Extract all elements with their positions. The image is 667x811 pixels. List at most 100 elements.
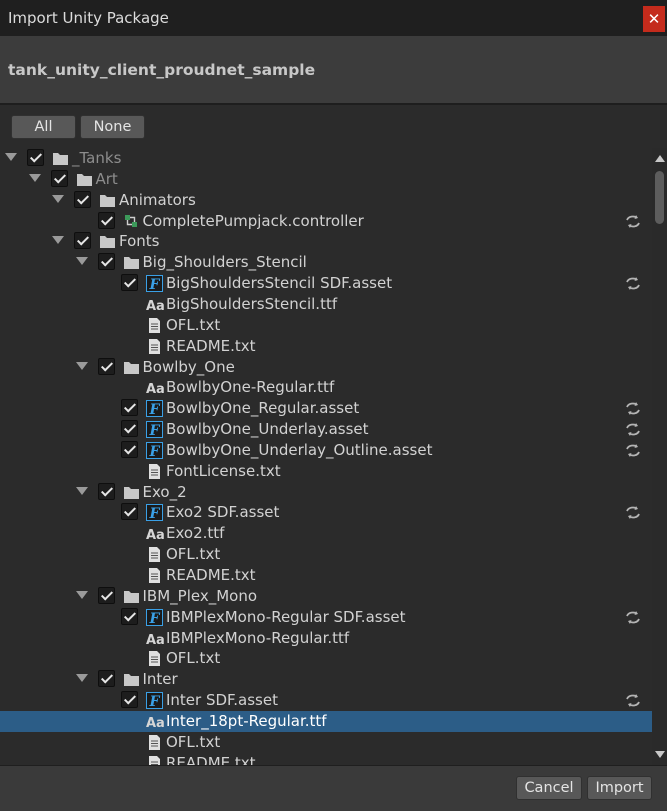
expand-arrow-icon[interactable]: [75, 590, 88, 599]
tree-row[interactable]: Art: [0, 169, 652, 190]
include-checkbox[interactable]: [121, 440, 138, 458]
svg-text:Aa: Aa: [146, 716, 165, 730]
tree-item-label: BowlbyOne-Regular.ttf: [166, 378, 335, 397]
tree-row[interactable]: IBM_Plex_Mono: [0, 586, 652, 607]
tree-row[interactable]: F BigShouldersStencil SDF.asset: [0, 273, 652, 294]
text-file-icon: [146, 546, 163, 563]
expand-arrow-icon[interactable]: [75, 674, 88, 683]
include-checkbox[interactable]: [121, 607, 138, 625]
tree-row[interactable]: Aa Exo2.ttf: [0, 523, 652, 544]
tree-item-label: Exo2 SDF.asset: [166, 503, 280, 522]
tree-row[interactable]: F BowlbyOne_Underlay.asset: [0, 419, 652, 440]
tree-row[interactable]: Aa BowlbyOne-Regular.ttf: [0, 377, 652, 398]
tree-row[interactable]: Aa Inter_18pt-Regular.ttf: [0, 710, 652, 732]
expand-arrow-icon[interactable]: [75, 257, 88, 266]
tree-row[interactable]: F BowlbyOne_Regular.asset: [0, 398, 652, 419]
text-file-icon: [146, 734, 163, 751]
checkmark-icon: [123, 442, 137, 455]
import-button[interactable]: Import: [587, 776, 652, 800]
selection-toolbar: All None: [0, 105, 667, 148]
scroll-down-arrow-icon[interactable]: [655, 751, 665, 758]
scroll-up-arrow-icon[interactable]: [655, 155, 665, 162]
cancel-button[interactable]: Cancel: [516, 776, 582, 800]
include-checkbox[interactable]: [97, 357, 115, 375]
sync-changed-icon: [624, 443, 642, 458]
tree-row[interactable]: F IBMPlexMono-Regular SDF.asset: [0, 607, 652, 628]
tree-row[interactable]: README.txt: [0, 336, 652, 357]
tree-row[interactable]: OFL.txt: [0, 544, 652, 565]
tree-row[interactable]: Aa BigShouldersStencil.ttf: [0, 294, 652, 315]
expand-arrow-icon[interactable]: [28, 173, 41, 182]
checkmark-icon: [123, 421, 137, 434]
include-checkbox[interactable]: [97, 670, 115, 688]
folder-icon: [123, 588, 140, 605]
expand-arrow-icon[interactable]: [75, 361, 88, 370]
include-checkbox[interactable]: [97, 482, 115, 500]
include-checkbox[interactable]: [121, 274, 138, 292]
tree-row[interactable]: CompletePumpjack.controller: [0, 211, 652, 232]
tmp-font-asset-icon: F: [146, 692, 163, 710]
svg-text:F: F: [149, 694, 161, 709]
tree-item-label: OFL.txt: [166, 649, 221, 668]
tree-row[interactable]: _Tanks: [0, 148, 652, 169]
tree-row[interactable]: OFL.txt: [0, 648, 652, 669]
scrollbar-thumb[interactable]: [655, 171, 664, 224]
tree-row[interactable]: FontLicense.txt: [0, 461, 652, 482]
svg-text:Aa: Aa: [146, 528, 165, 542]
tmp-font-asset-icon: F: [146, 275, 163, 293]
include-checkbox[interactable]: [121, 503, 138, 521]
checkmark-icon: [100, 484, 113, 497]
tree-item-label: Inter_18pt-Regular.ttf: [166, 711, 327, 730]
tree-row[interactable]: Animators: [0, 190, 652, 211]
tree-item-label: IBMPlexMono-Regular.ttf: [166, 628, 350, 647]
sync-changed-icon: [624, 214, 642, 229]
include-checkbox[interactable]: [97, 211, 115, 229]
tree-row[interactable]: README.txt: [0, 753, 652, 765]
tree-row[interactable]: F Exo2 SDF.asset: [0, 502, 652, 523]
tree-row[interactable]: Exo_2: [0, 482, 652, 503]
expand-arrow-icon[interactable]: [52, 236, 64, 245]
tree-row[interactable]: Inter: [0, 669, 652, 690]
window-title: Import Unity Package: [8, 9, 169, 27]
include-checkbox[interactable]: [121, 420, 138, 438]
folder-icon: [123, 671, 140, 688]
tmp-font-asset-icon: F: [146, 421, 163, 439]
tree-row[interactable]: Aa IBMPlexMono-Regular.ttf: [0, 628, 652, 649]
expand-arrow-icon[interactable]: [5, 153, 17, 161]
include-checkbox[interactable]: [50, 169, 68, 187]
tree-row[interactable]: Fonts: [0, 231, 652, 252]
font-file-icon: Aa: [146, 630, 165, 648]
select-all-button[interactable]: All: [11, 115, 76, 139]
tree-row[interactable]: OFL.txt: [0, 315, 652, 336]
tmp-font-asset-icon: F: [146, 608, 163, 627]
include-checkbox[interactable]: [27, 149, 44, 166]
tree-scrollbar[interactable]: [652, 148, 667, 765]
include-checkbox[interactable]: [97, 253, 115, 271]
tree-row[interactable]: Bowlby_One: [0, 357, 652, 378]
tree-item-label: BowlbyOne_Underlay_Outline.asset: [166, 440, 433, 459]
tree-row[interactable]: Big_Shoulders_Stencil: [0, 252, 652, 273]
include-checkbox[interactable]: [121, 691, 138, 709]
close-button[interactable]: ✕: [643, 6, 665, 32]
include-checkbox[interactable]: [121, 399, 138, 417]
tree-row[interactable]: README.txt: [0, 565, 652, 586]
tree-row[interactable]: F BowlbyOne_Underlay_Outline.asset: [0, 440, 652, 461]
expand-arrow-icon[interactable]: [75, 486, 88, 495]
select-none-button[interactable]: None: [80, 115, 145, 139]
svg-text:F: F: [149, 444, 161, 459]
include-checkbox[interactable]: [97, 586, 115, 604]
include-checkbox[interactable]: [74, 190, 91, 208]
tree-item-label: _Tanks: [72, 149, 122, 167]
svg-text:Aa: Aa: [146, 382, 165, 396]
include-checkbox[interactable]: [74, 232, 91, 250]
sync-changed-icon: [624, 505, 642, 520]
tree-item-label: BowlbyOne_Underlay.asset: [166, 420, 369, 439]
checkmark-icon: [76, 233, 90, 246]
dialog-footer: Cancel Import: [0, 765, 667, 811]
tree-row[interactable]: F Inter SDF.asset: [0, 690, 652, 711]
expand-arrow-icon[interactable]: [52, 194, 64, 203]
checkmark-icon: [123, 400, 137, 413]
tree-row[interactable]: OFL.txt: [0, 732, 652, 753]
folder-icon: [52, 150, 69, 167]
checkmark-icon: [123, 609, 137, 622]
